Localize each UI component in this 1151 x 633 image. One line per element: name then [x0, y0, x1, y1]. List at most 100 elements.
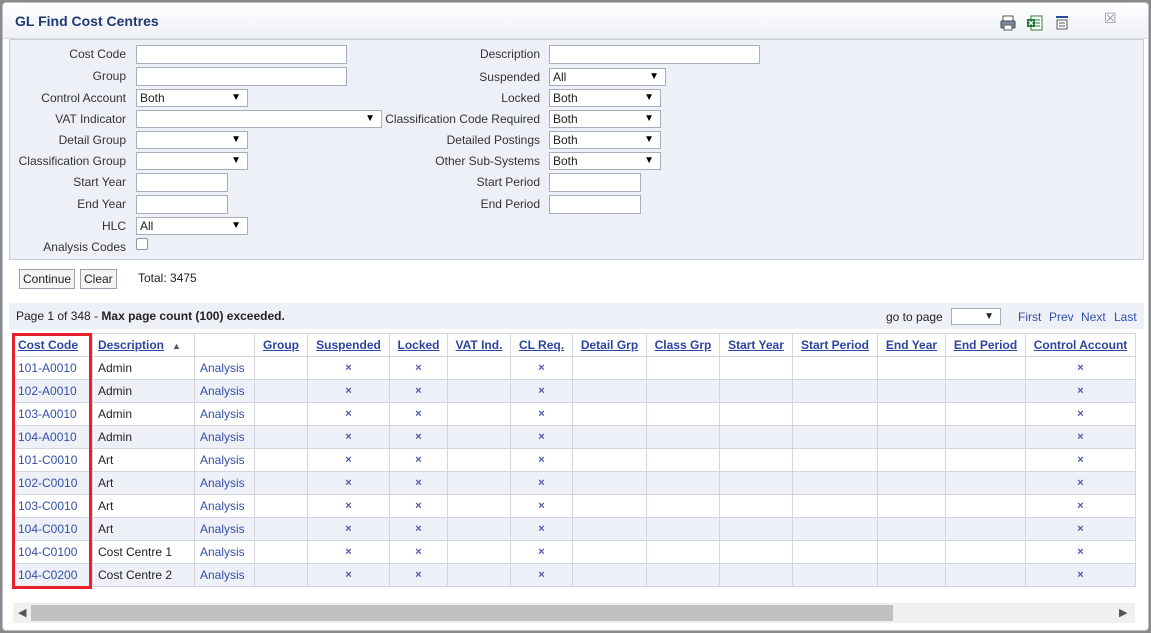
- detail-group-select[interactable]: ▼: [136, 131, 248, 149]
- classification-group-select[interactable]: ▼: [136, 152, 248, 170]
- group-cell: [254, 540, 308, 564]
- col-class-grp[interactable]: Class Grp: [646, 333, 720, 357]
- cost-code-link[interactable]: 104-A0010: [12, 425, 93, 449]
- analysis-link[interactable]: Analysis: [194, 402, 255, 426]
- last-page-link[interactable]: Last: [1114, 310, 1137, 324]
- col-start-year[interactable]: Start Year: [719, 333, 793, 357]
- analysis-link[interactable]: Analysis: [194, 471, 255, 495]
- vat-indicator-select[interactable]: ▼: [136, 110, 382, 128]
- col-vat-ind[interactable]: VAT Ind.: [447, 333, 511, 357]
- goto-page-select[interactable]: ▼: [951, 308, 1001, 325]
- table-row[interactable]: 103-A0010 Admin Analysis × × × ×: [12, 402, 1136, 426]
- cost-code-link[interactable]: 101-A0010: [12, 356, 93, 380]
- start-year-input[interactable]: [136, 173, 228, 192]
- analysis-link[interactable]: Analysis: [194, 540, 255, 564]
- analysis-link[interactable]: Analysis: [194, 379, 255, 403]
- horizontal-scrollbar[interactable]: ◀ ▶: [13, 603, 1135, 623]
- end-period-cell: [945, 563, 1026, 587]
- cost-code-link[interactable]: 104-C0100: [12, 540, 93, 564]
- scrollbar-thumb[interactable]: [31, 605, 893, 621]
- cost-code-link[interactable]: 104-C0200: [12, 563, 93, 587]
- cost-code-link[interactable]: 102-A0010: [12, 379, 93, 403]
- columns-icon[interactable]: [1053, 14, 1071, 32]
- table-row[interactable]: 103-C0010 Art Analysis × × × ×: [12, 494, 1136, 518]
- detail-grp-cell: [572, 425, 647, 449]
- sort-asc-icon: ▲: [172, 341, 181, 351]
- start-period-cell: [792, 494, 878, 518]
- locked-cell: ×: [389, 356, 448, 380]
- excel-icon[interactable]: [1026, 14, 1044, 32]
- scroll-right-icon[interactable]: ▶: [1119, 606, 1127, 619]
- cost-code-link[interactable]: 101-C0010: [12, 448, 93, 472]
- start-year-cell: [719, 563, 793, 587]
- vat-ind-cell: [447, 471, 511, 495]
- group-cell: [254, 425, 308, 449]
- analysis-link[interactable]: Analysis: [194, 494, 255, 518]
- end-year-cell: [877, 379, 946, 403]
- locked-select[interactable]: Both ▼: [549, 89, 661, 107]
- table-row[interactable]: 104-A0010 Admin Analysis × × × ×: [12, 425, 1136, 449]
- control-account-cell: ×: [1025, 356, 1136, 380]
- locked-cell: ×: [389, 494, 448, 518]
- detailed-postings-select[interactable]: Both ▼: [549, 131, 661, 149]
- start-year-cell: [719, 448, 793, 472]
- table-row[interactable]: 102-C0010 Art Analysis × × × ×: [12, 471, 1136, 495]
- next-page-link[interactable]: Next: [1081, 310, 1106, 324]
- cost-code-input[interactable]: [136, 45, 347, 64]
- col-detail-grp[interactable]: Detail Grp: [572, 333, 647, 357]
- prev-page-link[interactable]: Prev: [1049, 310, 1074, 324]
- end-period-cell: [945, 494, 1026, 518]
- table-row[interactable]: 101-A0010 Admin Analysis × × × ×: [12, 356, 1136, 380]
- analysis-codes-checkbox[interactable]: [136, 238, 148, 250]
- description-input[interactable]: [549, 45, 760, 64]
- start-period-cell: [792, 563, 878, 587]
- hlc-select[interactable]: All ▼: [136, 217, 248, 235]
- table-header-row: Cost Code Description ▲ Group Suspended L…: [12, 333, 1136, 357]
- control-account-cell: ×: [1025, 471, 1136, 495]
- table-row[interactable]: 102-A0010 Admin Analysis × × × ×: [12, 379, 1136, 403]
- detail-group-label: Detail Group: [58, 133, 126, 147]
- cost-code-link[interactable]: 103-A0010: [12, 402, 93, 426]
- end-period-cell: [945, 540, 1026, 564]
- first-page-link[interactable]: First: [1018, 310, 1041, 324]
- end-year-cell: [877, 356, 946, 380]
- table-row[interactable]: 104-C0010 Art Analysis × × × ×: [12, 517, 1136, 541]
- table-row[interactable]: 101-C0010 Art Analysis × × × ×: [12, 448, 1136, 472]
- col-locked[interactable]: Locked: [389, 333, 448, 357]
- col-cl-req[interactable]: CL Req.: [510, 333, 573, 357]
- col-cost-code[interactable]: Cost Code: [12, 333, 93, 357]
- clear-button[interactable]: Clear: [80, 269, 117, 289]
- col-end-period[interactable]: End Period: [945, 333, 1026, 357]
- group-input[interactable]: [136, 67, 347, 86]
- classification-code-required-select[interactable]: Both ▼: [549, 110, 661, 128]
- control-account-select[interactable]: Both ▼: [136, 89, 248, 107]
- analysis-link[interactable]: Analysis: [194, 517, 255, 541]
- col-group[interactable]: Group: [254, 333, 308, 357]
- start-period-input[interactable]: [549, 173, 641, 192]
- scroll-left-icon[interactable]: ◀: [18, 606, 26, 619]
- col-end-year[interactable]: End Year: [877, 333, 946, 357]
- start-period-cell: [792, 517, 878, 541]
- end-period-input[interactable]: [549, 195, 641, 214]
- col-description[interactable]: Description ▲: [92, 333, 195, 357]
- continue-button[interactable]: Continue: [19, 269, 76, 289]
- close-icon[interactable]: ☒: [1104, 10, 1117, 27]
- analysis-link[interactable]: Analysis: [194, 563, 255, 587]
- other-sub-systems-select[interactable]: Both ▼: [549, 152, 661, 170]
- analysis-link[interactable]: Analysis: [194, 448, 255, 472]
- col-start-period[interactable]: Start Period: [792, 333, 878, 357]
- print-icon[interactable]: [999, 14, 1017, 32]
- cost-code-link[interactable]: 102-C0010: [12, 471, 93, 495]
- cost-code-link[interactable]: 104-C0010: [12, 517, 93, 541]
- table-row[interactable]: 104-C0100 Cost Centre 1 Analysis × × × ×: [12, 540, 1136, 564]
- group-label: Group: [92, 69, 126, 83]
- cost-code-link[interactable]: 103-C0010: [12, 494, 93, 518]
- suspended-select[interactable]: All ▼: [549, 68, 666, 86]
- end-year-label: End Year: [77, 197, 126, 211]
- analysis-link[interactable]: Analysis: [194, 356, 255, 380]
- end-year-input[interactable]: [136, 195, 228, 214]
- col-control-account[interactable]: Control Account: [1025, 333, 1136, 357]
- table-row[interactable]: 104-C0200 Cost Centre 2 Analysis × × × ×: [12, 563, 1136, 587]
- col-suspended[interactable]: Suspended: [307, 333, 390, 357]
- analysis-link[interactable]: Analysis: [194, 425, 255, 449]
